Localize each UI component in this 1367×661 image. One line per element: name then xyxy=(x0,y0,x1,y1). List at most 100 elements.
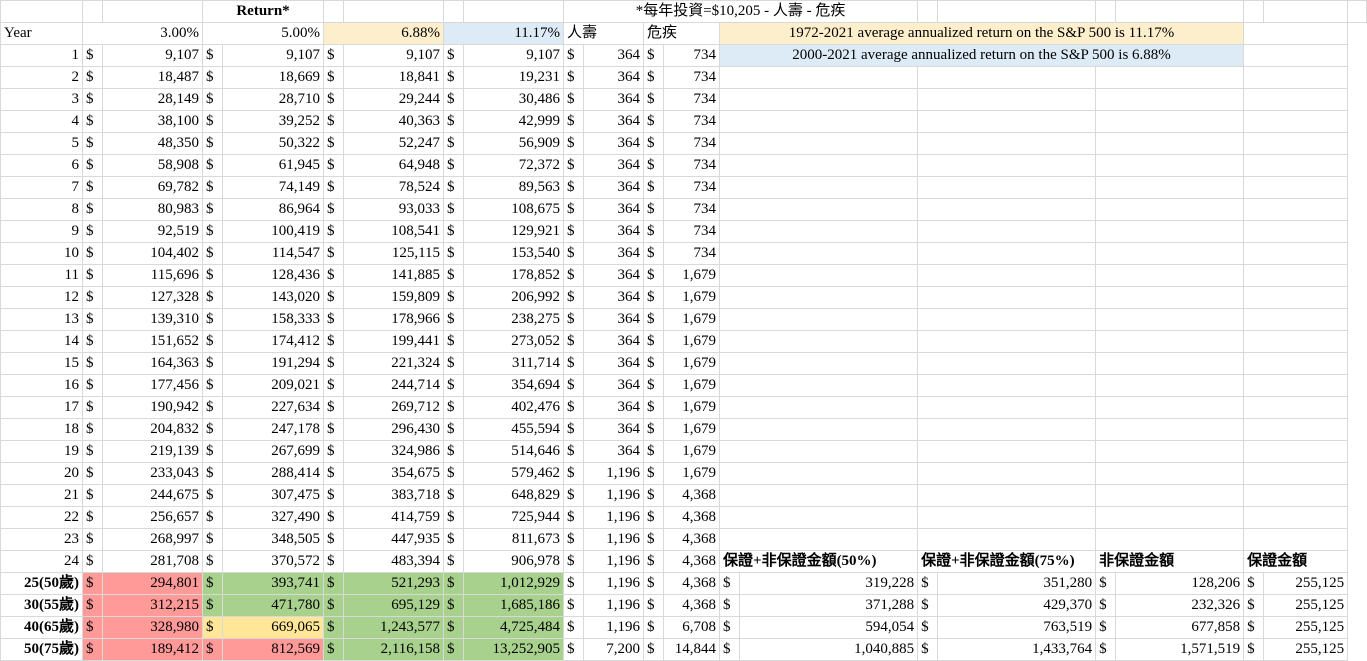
cell[interactable] xyxy=(1347,0,1367,23)
currency-sign[interactable]: $ xyxy=(202,462,223,485)
cell[interactable] xyxy=(719,154,919,177)
cell[interactable] xyxy=(1095,0,1117,23)
currency-sign[interactable]: $ xyxy=(323,638,345,661)
value-cell[interactable]: 219,139 xyxy=(102,440,203,463)
cell[interactable] xyxy=(1243,176,1349,199)
ci-cell[interactable]: 734 xyxy=(663,242,721,265)
life-cell[interactable]: 364 xyxy=(583,308,645,331)
currency-sign[interactable]: $ xyxy=(643,66,665,89)
currency-sign[interactable]: $ xyxy=(563,154,585,177)
currency-sign[interactable]: $ xyxy=(563,594,585,617)
cell[interactable] xyxy=(719,418,919,441)
currency-sign[interactable]: $ xyxy=(443,462,465,485)
currency-sign[interactable]: $ xyxy=(1095,572,1117,595)
cell[interactable] xyxy=(1095,396,1245,419)
currency-sign[interactable]: $ xyxy=(443,308,465,331)
value-cell[interactable]: 1,012,929 xyxy=(463,572,565,595)
summary-value-cell[interactable]: 677,858 xyxy=(1115,616,1245,639)
currency-sign[interactable]: $ xyxy=(563,550,585,573)
currency-sign[interactable]: $ xyxy=(443,330,465,353)
value-cell[interactable]: 40,363 xyxy=(343,110,445,133)
value-cell[interactable]: 383,718 xyxy=(343,484,445,507)
cell[interactable] xyxy=(1095,330,1245,353)
cell[interactable] xyxy=(719,396,919,419)
currency-sign[interactable]: $ xyxy=(323,242,345,265)
currency-sign[interactable]: $ xyxy=(563,308,585,331)
currency-sign[interactable]: $ xyxy=(82,88,103,111)
currency-sign[interactable]: $ xyxy=(82,352,103,375)
currency-sign[interactable]: $ xyxy=(202,330,223,353)
cell[interactable] xyxy=(719,286,919,309)
value-cell[interactable]: 127,328 xyxy=(102,286,203,309)
cell[interactable] xyxy=(917,528,1097,551)
value-cell[interactable]: 471,780 xyxy=(221,594,325,617)
year-cell[interactable]: 22 xyxy=(0,506,83,529)
value-cell[interactable]: 141,885 xyxy=(343,264,445,287)
currency-sign[interactable]: $ xyxy=(443,242,465,265)
ci-cell[interactable]: 734 xyxy=(663,66,721,89)
year-cell[interactable]: 19 xyxy=(0,440,83,463)
year-cell[interactable]: 50(75歲) xyxy=(0,638,83,661)
cell[interactable] xyxy=(1243,154,1349,177)
value-cell[interactable]: 108,541 xyxy=(343,220,445,243)
summary-header[interactable]: 非保證金額 xyxy=(1095,550,1245,573)
currency-sign[interactable]: $ xyxy=(202,638,223,661)
currency-sign[interactable]: $ xyxy=(563,484,585,507)
value-cell[interactable]: 328,980 xyxy=(102,616,203,639)
sp500-note-1[interactable]: 1972-2021 average annualized return on t… xyxy=(719,22,1245,45)
year-cell[interactable]: 30(55歲) xyxy=(0,594,83,617)
currency-sign[interactable]: $ xyxy=(563,198,585,221)
ci-cell[interactable]: 4,368 xyxy=(663,594,721,617)
ci-cell[interactable]: 1,679 xyxy=(663,330,721,353)
ci-cell[interactable]: 734 xyxy=(663,220,721,243)
currency-sign[interactable]: $ xyxy=(719,616,741,639)
life-cell[interactable]: 364 xyxy=(583,44,645,67)
currency-sign[interactable]: $ xyxy=(443,66,465,89)
summary-value-cell[interactable]: 319,228 xyxy=(739,572,919,595)
value-cell[interactable]: 906,978 xyxy=(463,550,565,573)
life-cell[interactable]: 1,196 xyxy=(583,550,645,573)
cell[interactable] xyxy=(917,242,1097,265)
value-cell[interactable]: 56,909 xyxy=(463,132,565,155)
value-cell[interactable]: 244,675 xyxy=(102,484,203,507)
summary-header[interactable]: 保證金額 xyxy=(1243,550,1349,573)
year-cell[interactable]: 4 xyxy=(0,110,83,133)
currency-sign[interactable]: $ xyxy=(563,396,585,419)
ci-cell[interactable]: 734 xyxy=(663,110,721,133)
cell[interactable] xyxy=(917,286,1097,309)
value-cell[interactable]: 233,043 xyxy=(102,462,203,485)
value-cell[interactable]: 39,252 xyxy=(221,110,325,133)
value-cell[interactable]: 125,115 xyxy=(343,242,445,265)
life-cell[interactable]: 1,196 xyxy=(583,506,645,529)
year-cell[interactable]: 7 xyxy=(0,176,83,199)
value-cell[interactable]: 72,372 xyxy=(463,154,565,177)
currency-sign[interactable]: $ xyxy=(1243,616,1265,639)
cell[interactable] xyxy=(1095,264,1245,287)
currency-sign[interactable]: $ xyxy=(643,176,665,199)
ci-cell[interactable]: 6,708 xyxy=(663,616,721,639)
value-cell[interactable]: 153,540 xyxy=(463,242,565,265)
investment-note[interactable]: *每年投資=$10,205 - 人壽 - 危疾 xyxy=(563,0,919,23)
currency-sign[interactable]: $ xyxy=(323,110,345,133)
currency-sign[interactable]: $ xyxy=(82,506,103,529)
currency-sign[interactable]: $ xyxy=(323,462,345,485)
currency-sign[interactable]: $ xyxy=(323,594,345,617)
life-cell[interactable]: 364 xyxy=(583,264,645,287)
currency-sign[interactable]: $ xyxy=(323,616,345,639)
ci-cell[interactable]: 4,368 xyxy=(663,550,721,573)
year-cell[interactable]: 25(50歲) xyxy=(0,572,83,595)
cell[interactable] xyxy=(719,528,919,551)
cell[interactable] xyxy=(917,484,1097,507)
currency-sign[interactable]: $ xyxy=(323,374,345,397)
value-cell[interactable]: 178,852 xyxy=(463,264,565,287)
cell[interactable] xyxy=(917,176,1097,199)
currency-sign[interactable]: $ xyxy=(202,396,223,419)
value-cell[interactable]: 50,322 xyxy=(221,132,325,155)
cell[interactable] xyxy=(917,308,1097,331)
currency-sign[interactable]: $ xyxy=(82,66,103,89)
currency-sign[interactable]: $ xyxy=(563,286,585,309)
year-cell[interactable]: 6 xyxy=(0,154,83,177)
value-cell[interactable]: 227,634 xyxy=(221,396,325,419)
value-cell[interactable]: 9,107 xyxy=(221,44,325,67)
value-cell[interactable]: 191,294 xyxy=(221,352,325,375)
